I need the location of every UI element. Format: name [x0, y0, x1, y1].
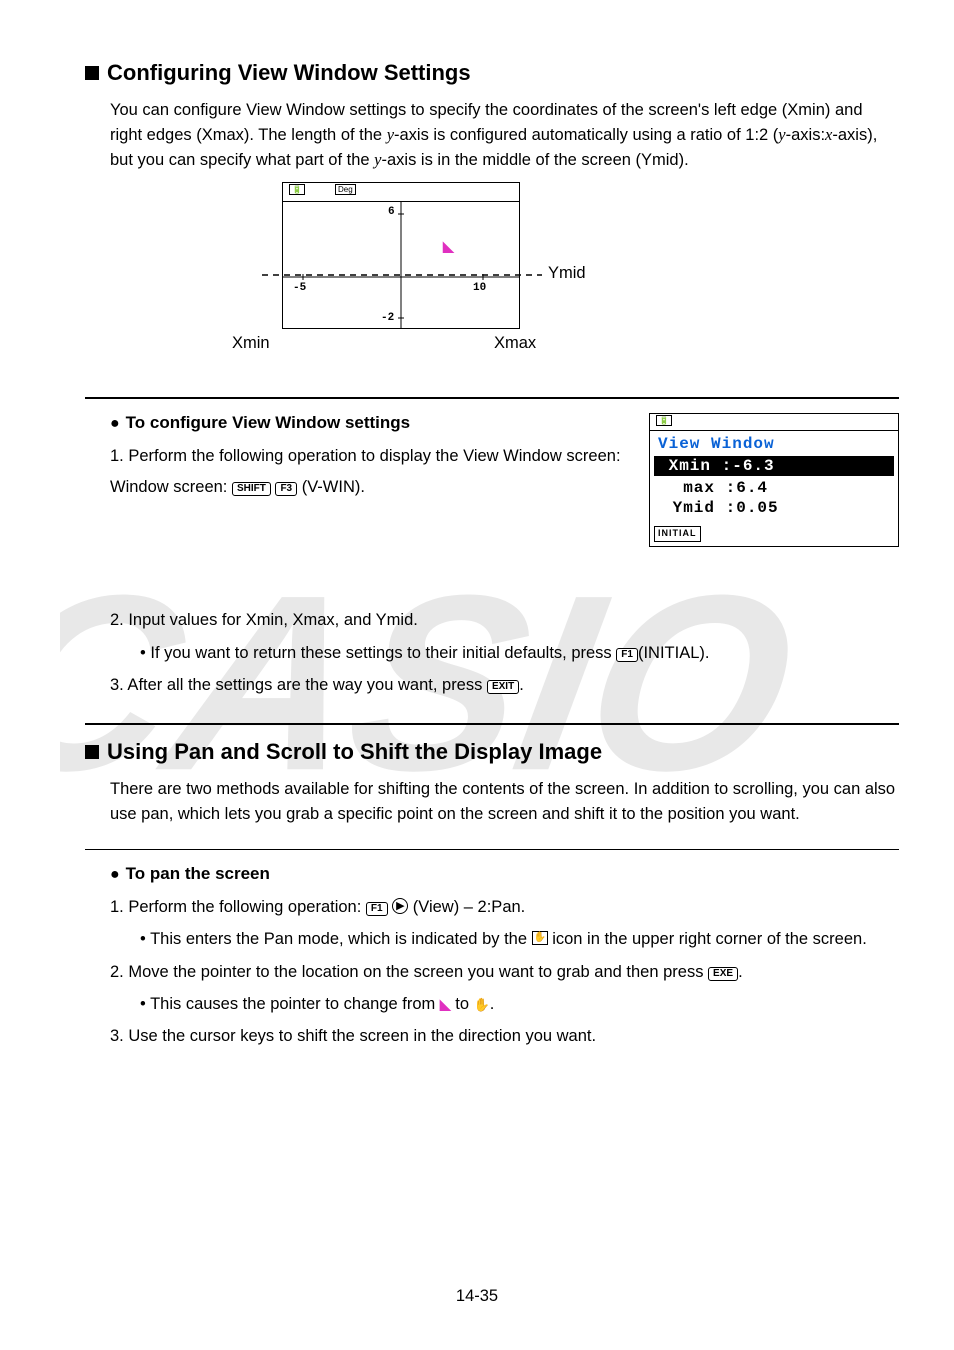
intro-paragraph: You can configure View Window settings t… — [110, 98, 899, 172]
t: -axis: — [786, 126, 825, 144]
dot-bullet: ● — [110, 866, 120, 883]
divider — [85, 849, 899, 850]
t: To pan the screen — [126, 864, 270, 883]
vw-title: View Window — [658, 434, 890, 454]
pointer-arrow-icon: ◣ — [440, 996, 451, 1012]
pan-mode-icon: ✋ — [532, 931, 548, 945]
t: . — [738, 963, 743, 981]
t: (V-WIN). — [302, 478, 365, 496]
step2-sub: • If you want to return these settings t… — [140, 640, 899, 666]
t: (View) – 2:Pan. — [413, 898, 526, 916]
label-ymid: Ymid — [548, 264, 586, 283]
exe-key: EXE — [708, 967, 738, 981]
divider — [85, 397, 899, 399]
exit-key: EXIT — [487, 680, 519, 694]
t: 1. Perform the following operation: — [110, 898, 366, 916]
t: y — [778, 125, 785, 144]
t: (INITIAL). — [638, 644, 710, 662]
t: 1. Perform the following operation to di… — [110, 447, 621, 465]
t: . — [519, 676, 524, 694]
t: • If you want to return these settings t… — [140, 644, 616, 662]
view-window-screen: 🔋 View Window Xmin :-6.3 max :6.4 Ymid :… — [649, 413, 899, 547]
t: . — [490, 995, 495, 1013]
page-number: 14-35 — [0, 1287, 954, 1306]
pan-step2: 2. Move the pointer to the location on t… — [110, 959, 899, 985]
heading-view-window: Configuring View Window Settings — [85, 60, 899, 86]
f3-key: F3 — [275, 482, 297, 496]
pan-step3: 3. Use the cursor keys to shift the scre… — [110, 1023, 899, 1049]
label-xmin: Xmin — [232, 334, 270, 353]
t: icon in the upper right corner of the sc… — [548, 930, 867, 948]
f1-key: F1 — [366, 902, 388, 916]
t: • This causes the pointer to change from — [140, 995, 440, 1013]
label-xmax: Xmax — [494, 334, 536, 353]
t: -axis is in the middle of the screen (Ym… — [381, 151, 688, 169]
heading-text: Configuring View Window Settings — [107, 60, 471, 86]
vw-ymid-row: Ymid :0.05 — [658, 498, 890, 518]
pan-step2-sub: • This causes the pointer to change from… — [140, 991, 899, 1017]
t: to — [451, 995, 474, 1013]
initial-softkey: INITIAL — [654, 526, 701, 541]
f1-key: F1 — [616, 648, 638, 662]
t: -axis is configured automatically using … — [394, 126, 778, 144]
heading-text: Using Pan and Scroll to Shift the Displa… — [107, 739, 602, 765]
pan-step1: 1. Perform the following operation: F1 ▶… — [110, 894, 899, 920]
pan-intro: There are two methods available for shif… — [110, 777, 899, 827]
dot-bullet: ● — [110, 415, 120, 432]
t: 3. After all the settings are the way yo… — [110, 676, 487, 694]
t: To configure View Window settings — [126, 413, 410, 432]
divider — [85, 723, 899, 725]
shift-key: SHIFT — [232, 482, 271, 496]
view-window-diagram: 🔋 Deg 6 -5 10 -2 ◣ — [232, 182, 752, 372]
calc-statusbar: 🔋 — [650, 414, 898, 431]
pan-step1-sub: • This enters the Pan mode, which is ind… — [140, 926, 899, 952]
heading-pan-scroll: Using Pan and Scroll to Shift the Displa… — [85, 739, 899, 765]
vw-max-row: max :6.4 — [658, 478, 890, 498]
battery-icon: 🔋 — [656, 415, 672, 426]
t: • This enters the Pan mode, which is ind… — [140, 930, 532, 948]
pointer-hand-icon: ✋ — [474, 997, 490, 1012]
square-bullet — [85, 66, 99, 80]
subheading-pan: ● To pan the screen — [110, 864, 899, 884]
step2: 2. Input values for Xmin, Xmax, and Ymid… — [110, 607, 899, 633]
right-arrow-icon: ▶ — [392, 898, 408, 914]
t: y — [387, 125, 394, 144]
t: 2. Move the pointer to the location on t… — [110, 963, 708, 981]
vw-xmin-row: Xmin :-6.3 — [654, 456, 894, 476]
step3: 3. After all the settings are the way yo… — [110, 672, 899, 698]
square-bullet — [85, 745, 99, 759]
